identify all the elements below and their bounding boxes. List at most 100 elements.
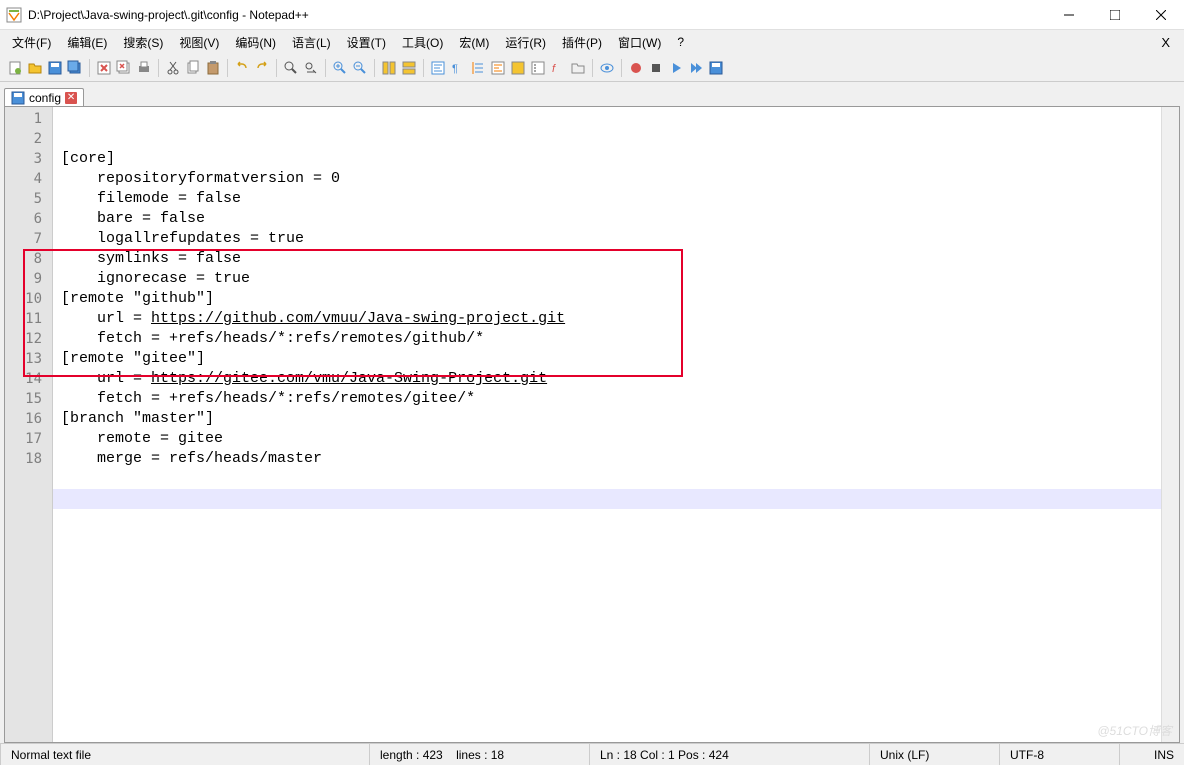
status-eol[interactable]: Unix (LF) [870,744,1000,765]
menu-run[interactable]: 运行(R) [497,32,554,53]
menu-tools[interactable]: 工具(O) [394,32,451,53]
code-line[interactable] [53,469,1161,489]
code-area[interactable]: [core] repositoryformatversion = 0 filem… [53,107,1161,742]
code-line[interactable]: fetch = +refs/heads/*:refs/remotes/githu… [53,329,1161,349]
open-file-icon[interactable] [26,59,44,77]
maximize-button[interactable] [1092,0,1138,29]
record-macro-icon[interactable] [627,59,645,77]
code-line[interactable]: remote = gitee [53,429,1161,449]
play-macro-icon[interactable] [667,59,685,77]
tab-close-icon[interactable]: ✕ [65,92,77,104]
copy-icon[interactable] [184,59,202,77]
monitoring-icon[interactable] [598,59,616,77]
print-icon[interactable] [135,59,153,77]
line-number-gutter: 123456789101112131415161718 [5,107,53,742]
line-number: 13 [5,349,52,369]
menu-encoding[interactable]: 编码(N) [227,32,284,53]
code-line[interactable]: symlinks = false [53,249,1161,269]
line-number: 11 [5,309,52,329]
line-number: 9 [5,269,52,289]
svg-text:¶: ¶ [452,63,458,75]
undo-icon[interactable] [233,59,251,77]
tab-label: config [29,91,61,105]
tab-bar: config ✕ [0,82,1184,106]
status-length: length : 423 lines : 18 [370,744,590,765]
find-icon[interactable] [282,59,300,77]
code-line[interactable]: repositoryformatversion = 0 [53,169,1161,189]
code-line[interactable]: url = https://gitee.com/vmu/Java-Swing-P… [53,369,1161,389]
sync-h-icon[interactable] [400,59,418,77]
menu-file[interactable]: 文件(F) [4,32,59,53]
status-encoding[interactable]: UTF-8 [1000,744,1120,765]
line-number: 17 [5,429,52,449]
menu-language[interactable]: 语言(L) [284,32,339,53]
redo-icon[interactable] [253,59,271,77]
line-number: 6 [5,209,52,229]
code-line[interactable]: bare = false [53,209,1161,229]
menu-window[interactable]: 窗口(W) [610,32,669,53]
menu-search[interactable]: 搜索(S) [115,32,171,53]
code-line[interactable]: logallrefupdates = true [53,229,1161,249]
save-macro-icon[interactable] [707,59,725,77]
indent-guide-icon[interactable] [469,59,487,77]
doc-list-icon[interactable] [529,59,547,77]
zoom-out-icon[interactable] [351,59,369,77]
code-line[interactable]: merge = refs/heads/master [53,449,1161,469]
line-number: 18 [5,449,52,469]
line-number: 4 [5,169,52,189]
doc-map-icon[interactable] [509,59,527,77]
new-file-icon[interactable] [6,59,24,77]
save-icon[interactable] [46,59,64,77]
status-position: Ln : 18 Col : 1 Pos : 424 [590,744,870,765]
minimize-button[interactable] [1046,0,1092,29]
vertical-scrollbar[interactable] [1161,107,1179,742]
save-status-icon [11,91,25,105]
title-bar: D:\Project\Java-swing-project\.git\confi… [0,0,1184,30]
line-number: 14 [5,369,52,389]
save-all-icon[interactable] [66,59,84,77]
code-line[interactable]: filemode = false [53,189,1161,209]
menu-settings[interactable]: 设置(T) [339,32,394,53]
play-multi-icon[interactable] [687,59,705,77]
line-number: 7 [5,229,52,249]
line-number: 3 [5,149,52,169]
function-list-icon[interactable]: f [549,59,567,77]
menu-macro[interactable]: 宏(M) [451,32,497,53]
paste-icon[interactable] [204,59,222,77]
code-line[interactable]: [remote "github"] [53,289,1161,309]
toolbar: ¶ f [0,54,1184,82]
code-line[interactable]: ignorecase = true [53,269,1161,289]
cut-icon[interactable] [164,59,182,77]
close-file-icon[interactable] [95,59,113,77]
line-number: 1 [5,109,52,129]
code-line[interactable]: url = https://github.com/vmuu/Java-swing… [53,309,1161,329]
code-line[interactable]: [remote "gitee"] [53,349,1161,369]
window-title: D:\Project\Java-swing-project\.git\confi… [28,8,1046,22]
status-mode[interactable]: INS [1120,744,1184,765]
code-line[interactable] [53,489,1161,509]
sync-v-icon[interactable] [380,59,398,77]
stop-macro-icon[interactable] [647,59,665,77]
status-filetype: Normal text file [0,744,370,765]
line-number: 8 [5,249,52,269]
app-icon [6,7,22,23]
zoom-in-icon[interactable] [331,59,349,77]
menu-view[interactable]: 视图(V) [171,32,227,53]
code-line[interactable]: [core] [53,149,1161,169]
line-number: 2 [5,129,52,149]
tab-config[interactable]: config ✕ [4,88,84,107]
folder-as-workspace-icon[interactable] [569,59,587,77]
menu-plugins[interactable]: 插件(P) [554,32,610,53]
udl-icon[interactable] [489,59,507,77]
show-all-chars-icon[interactable]: ¶ [449,59,467,77]
menu-edit[interactable]: 编辑(E) [59,32,115,53]
close-all-icon[interactable] [115,59,133,77]
code-line[interactable]: fetch = +refs/heads/*:refs/remotes/gitee… [53,389,1161,409]
wordwrap-icon[interactable] [429,59,447,77]
replace-icon[interactable] [302,59,320,77]
close-button[interactable] [1138,0,1184,29]
menu-help[interactable]: ? [669,33,692,51]
menu-close-x[interactable]: X [1151,33,1180,52]
line-number: 15 [5,389,52,409]
code-line[interactable]: [branch "master"] [53,409,1161,429]
